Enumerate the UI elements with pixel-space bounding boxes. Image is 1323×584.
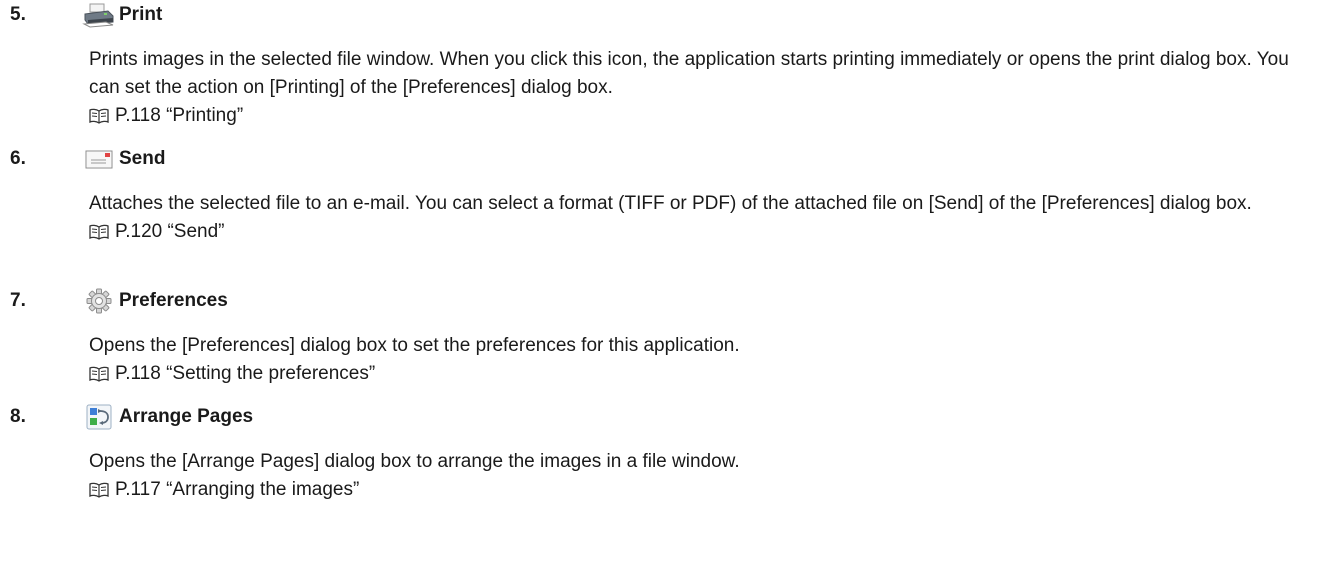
gear-icon [86,288,112,314]
item-number: 5. [10,4,26,25]
list-item-preferences: 7. Preferences Opens the [Preferences] d… [0,286,1323,384]
arrange-pages-icon [86,404,112,430]
item-header: 5. Print [0,0,1323,30]
item-description: Opens the [Arrange Pages] dialog box to … [89,451,740,472]
item-number: 8. [10,406,26,427]
book-icon [89,224,109,240]
book-icon [89,482,109,498]
item-description: Opens the [Preferences] dialog box to se… [89,335,740,356]
page-reference[interactable]: P.118 “Printing” [89,102,1309,130]
item-number: 7. [10,290,26,311]
item-number: 6. [10,148,26,169]
item-header: 8. Arrange Pages [0,402,1323,432]
item-title: Arrange Pages [119,406,254,427]
book-icon [89,108,109,124]
printer-icon [82,3,114,28]
manual-page: 5. Print Prints images in the selected f… [0,0,1323,584]
book-icon [89,366,109,382]
envelope-icon [85,150,113,169]
reference-link[interactable]: P.117 “Arranging the images” [115,476,359,504]
item-body: Attaches the selected file to an e-mail.… [89,190,1309,246]
page-reference[interactable]: P.118 “Setting the preferences” [89,360,1309,388]
page-reference[interactable]: P.117 “Arranging the images” [89,476,1309,504]
list-item-send: 6. Send Attaches the selected file to an… [0,144,1323,242]
item-title: Print [119,4,163,25]
item-description: Attaches the selected file to an e-mail.… [89,193,1252,214]
reference-link[interactable]: P.120 “Send” [115,218,225,246]
list-item-arrange-pages: 8. Arrange Pages Opens the [Arrange Page… [0,402,1323,500]
item-header: 6. Send [0,144,1323,174]
item-header: 7. Preferences [0,286,1323,316]
reference-link[interactable]: P.118 “Setting the preferences” [115,360,375,388]
reference-link[interactable]: P.118 “Printing” [115,102,243,130]
item-body: Opens the [Preferences] dialog box to se… [89,332,1309,388]
item-body: Prints images in the selected file windo… [89,46,1309,130]
item-description: Prints images in the selected file windo… [89,49,1289,98]
item-body: Opens the [Arrange Pages] dialog box to … [89,448,1309,504]
page-reference[interactable]: P.120 “Send” [89,218,1309,246]
item-title: Send [119,148,166,169]
list-item-print: 5. Print Prints images in the selected f… [0,0,1323,126]
item-title: Preferences [119,290,228,311]
